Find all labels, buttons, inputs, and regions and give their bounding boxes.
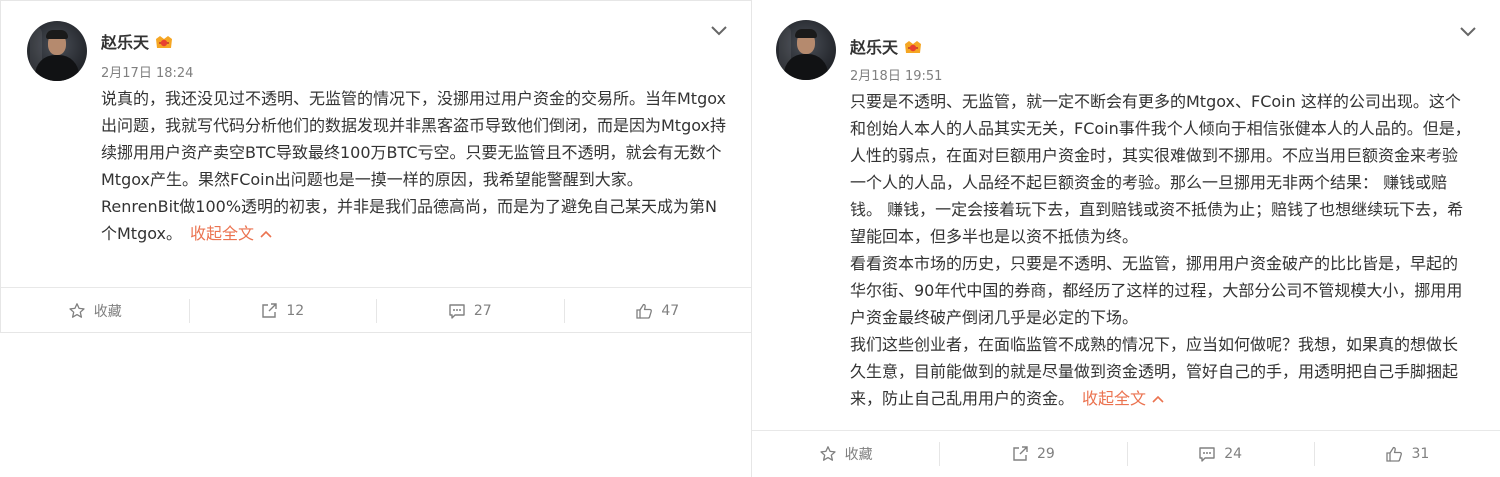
post-paragraph: 我们这些创业者，在面临监管不成熟的情况下，应当如何做呢？我想，如果真的想做长久生… bbox=[850, 335, 1459, 408]
collapse-text-link[interactable]: 收起全文 bbox=[190, 224, 272, 243]
avatar[interactable] bbox=[27, 21, 87, 81]
action-bar: 收藏 12 27 47 bbox=[1, 287, 752, 332]
repost-icon bbox=[1013, 446, 1028, 461]
chevron-down-icon[interactable] bbox=[1458, 25, 1478, 39]
thumbs-up-icon bbox=[1386, 446, 1403, 462]
post-paragraph: RenrenBit做100%透明的初衷，并非是我们品德高尚，而是为了避免自己某天… bbox=[101, 197, 718, 243]
post-paragraph: 看看资本市场的历史，只要是不透明、无监管，挪用用户资金破产的比比皆是，早起的华尔… bbox=[850, 254, 1463, 327]
post-content: 说真的，我还没见过不透明、无监管的情况下，没挪用过用户资金的交易所。当年Mtgo… bbox=[101, 85, 729, 247]
comment-button[interactable]: 24 bbox=[1126, 431, 1314, 477]
like-button[interactable]: 47 bbox=[563, 288, 752, 332]
chevron-up-icon bbox=[1152, 395, 1164, 403]
repost-icon bbox=[262, 303, 278, 318]
thumbs-up-icon bbox=[636, 303, 653, 319]
avatar[interactable] bbox=[776, 20, 836, 80]
like-button[interactable]: 31 bbox=[1313, 431, 1500, 477]
comment-icon bbox=[1199, 447, 1215, 462]
weibo-post-card-1: 赵乐天 2月17日 18:24 说真的，我还没见过不透明、无监管的情况下，没挪用… bbox=[0, 0, 752, 333]
comment-icon bbox=[449, 304, 465, 319]
repost-button[interactable]: 29 bbox=[939, 431, 1126, 477]
repost-button[interactable]: 12 bbox=[188, 288, 377, 332]
username[interactable]: 赵乐天 bbox=[101, 29, 174, 53]
username[interactable]: 赵乐天 bbox=[850, 34, 923, 58]
post-content: 只要是不透明、无监管，就一定不断会有更多的Mtgox、FCoin 这样的公司出现… bbox=[850, 88, 1472, 412]
action-bar: 收藏 29 24 31 bbox=[752, 430, 1500, 477]
post-paragraph: 说真的，我还没见过不透明、无监管的情况下，没挪用过用户资金的交易所。当年Mtgo… bbox=[101, 89, 727, 189]
post-paragraph: 只要是不透明、无监管，就一定不断会有更多的Mtgox、FCoin 这样的公司出现… bbox=[850, 92, 1471, 246]
favorite-button[interactable]: 收藏 bbox=[1, 288, 189, 332]
collapse-text-link[interactable]: 收起全文 bbox=[1082, 389, 1164, 408]
star-icon bbox=[69, 303, 85, 318]
favorite-button[interactable]: 收藏 bbox=[752, 431, 939, 477]
chevron-up-icon bbox=[260, 230, 272, 238]
chevron-down-icon[interactable] bbox=[709, 24, 729, 38]
post-timestamp[interactable]: 2月17日 18:24 bbox=[101, 62, 193, 81]
vip-badge-icon bbox=[905, 41, 922, 53]
vip-badge-icon bbox=[156, 36, 173, 48]
post-timestamp[interactable]: 2月18日 19:51 bbox=[850, 65, 942, 84]
weibo-post-card-2: 赵乐天 2月18日 19:51 只要是不透明、无监管，就一定不断会有更多的Mtg… bbox=[751, 0, 1500, 477]
star-icon bbox=[819, 446, 836, 461]
comment-button[interactable]: 27 bbox=[376, 288, 564, 332]
